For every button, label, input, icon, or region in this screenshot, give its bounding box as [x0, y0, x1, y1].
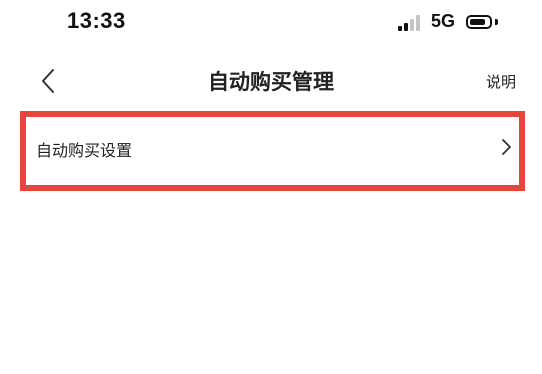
signal-bar — [416, 15, 420, 31]
battery-cap — [495, 19, 498, 25]
help-link[interactable]: 说明 — [486, 71, 516, 92]
signal-icon — [398, 15, 424, 31]
auto-purchase-settings-row[interactable]: 自动购买设置 — [20, 111, 525, 191]
signal-bar — [404, 23, 408, 31]
nav-bar: 自动购买管理 说明 — [0, 52, 542, 110]
battery-fill — [470, 19, 485, 25]
status-bar: 13:33 5G — [0, 0, 542, 48]
chevron-right-icon — [502, 139, 511, 155]
signal-bar — [398, 26, 402, 31]
status-time: 13:33 — [67, 8, 126, 33]
battery-icon — [466, 15, 492, 29]
settings-row-label: 自动购买设置 — [36, 141, 133, 160]
signal-bar — [410, 19, 414, 31]
network-type: 5G — [431, 11, 456, 31]
page-title: 自动购买管理 — [208, 70, 334, 94]
screen: 13:33 5G 自动购买管理 说明 自动购买设置 — [0, 0, 542, 374]
